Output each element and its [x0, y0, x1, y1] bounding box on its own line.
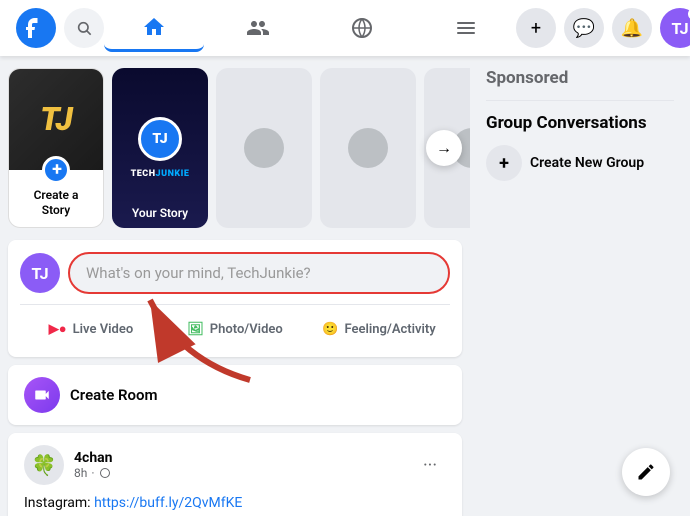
photo-video-icon: 🖼	[187, 322, 204, 337]
nav-friends[interactable]	[208, 4, 308, 52]
live-video-button[interactable]: ▶● Live Video	[20, 313, 162, 345]
post-input[interactable]: What's on your mind, TechJunkie?	[68, 252, 450, 294]
right-sidebar: Sponsored Group Conversations + Create N…	[470, 56, 690, 516]
post-header-left: 🍀 4chan 8h ·	[24, 445, 113, 485]
create-group-label: Create New Group	[530, 155, 644, 171]
live-video-icon: ▶●	[49, 321, 67, 337]
stories-next-button[interactable]: →	[426, 130, 462, 166]
feed-area: TJ + Create aStory TJ TECHJUNKIE Your St…	[0, 56, 470, 516]
your-story-label: Your Story	[112, 206, 208, 220]
post-actions: ▶● Live Video 🖼 Photo/Video 🙂 Feeling/Ac…	[20, 304, 450, 345]
nav-center	[104, 4, 516, 52]
post-input-row: TJ What's on your mind, TechJunkie?	[20, 252, 450, 294]
instagram-link[interactable]: https://buff.ly/2QvMfKE	[94, 495, 242, 511]
room-icon	[24, 377, 60, 413]
facebook-logo[interactable]	[16, 8, 56, 48]
feeling-icon: 🙂	[322, 322, 338, 337]
nav-menu[interactable]	[416, 4, 516, 52]
4chan-post: 🍀 4chan 8h · ··· Instagram: https://buff…	[8, 433, 462, 516]
create-story-card[interactable]: TJ + Create aStory	[8, 68, 104, 228]
nav-home[interactable]	[104, 4, 204, 52]
search-bar[interactable]	[64, 8, 104, 48]
edit-fab[interactable]	[622, 448, 670, 496]
your-story-bg: TJ TECHJUNKIE	[112, 68, 208, 228]
nav-groups[interactable]	[312, 4, 412, 52]
main-layout: TJ + Create aStory TJ TECHJUNKIE Your St…	[0, 56, 690, 516]
nav-left	[16, 8, 104, 48]
post-meta: 8h ·	[74, 466, 113, 480]
stories-row: TJ + Create aStory TJ TECHJUNKIE Your St…	[8, 68, 462, 228]
story-placeholder-2	[320, 68, 416, 228]
post-username: 4chan	[74, 450, 113, 466]
create-group-button[interactable]: + Create New Group	[486, 141, 674, 185]
post-box: TJ What's on your mind, TechJunkie? ▶● L…	[8, 240, 462, 357]
top-navigation: + 💬 🔔 TJ	[0, 0, 690, 56]
4chan-avatar: 🍀	[24, 445, 64, 485]
feeling-activity-button[interactable]: 🙂 Feeling/Activity	[308, 313, 450, 345]
post-body: Instagram: https://buff.ly/2QvMfKE YouTu…	[8, 493, 462, 516]
story-placeholder-1	[216, 68, 312, 228]
add-button[interactable]: +	[516, 8, 556, 48]
your-story-card[interactable]: TJ TECHJUNKIE Your Story	[112, 68, 208, 228]
create-group-plus-icon: +	[486, 145, 522, 181]
messenger-button[interactable]: 💬	[564, 8, 604, 48]
photo-video-button[interactable]: 🖼 Photo/Video	[164, 313, 306, 345]
story-plus-icon: +	[42, 156, 70, 184]
your-story-brand: TECHJUNKIE	[131, 169, 190, 179]
post-more-button[interactable]: ···	[414, 449, 446, 481]
notifications-button[interactable]: 🔔	[612, 8, 652, 48]
your-story-avatar: TJ	[138, 117, 182, 161]
placeholder-circle-1	[244, 128, 284, 168]
sponsored-title: Sponsored	[486, 68, 674, 88]
sidebar-divider	[486, 100, 674, 101]
create-room-label: Create Room	[70, 386, 158, 404]
story-create-bg: TJ +	[9, 69, 103, 170]
group-conv-title: Group Conversations	[486, 113, 674, 133]
nav-right: + 💬 🔔 TJ	[516, 8, 690, 48]
post-header: 🍀 4chan 8h · ···	[8, 433, 462, 493]
placeholder-circle-2	[348, 128, 388, 168]
post-user-info: 4chan 8h ·	[74, 450, 113, 480]
post-user-avatar: TJ	[20, 253, 60, 293]
profile-avatar[interactable]: TJ	[660, 8, 690, 48]
create-room-box[interactable]: Create Room	[8, 365, 462, 425]
